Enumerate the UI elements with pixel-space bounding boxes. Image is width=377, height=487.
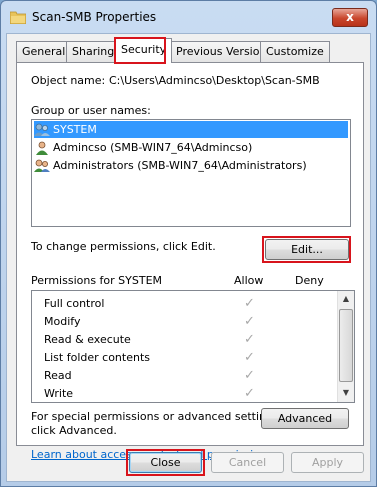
edit-button[interactable]: Edit...	[265, 239, 349, 260]
window-close-button[interactable]: x	[332, 8, 368, 27]
user-icon	[36, 141, 48, 155]
special-permissions-text-2: click Advanced.	[31, 424, 117, 437]
tab-sharing[interactable]: Sharing	[66, 41, 121, 62]
properties-window: Scan-SMB Properties x General Sharing Se…	[0, 0, 377, 487]
allow-check-icon: ✓	[244, 386, 255, 401]
permission-row: List folder contents ✓	[32, 349, 337, 367]
permission-row: Read & execute ✓	[32, 331, 337, 349]
allow-check-icon: ✓	[244, 350, 255, 365]
permission-name: Modify	[44, 315, 81, 328]
allow-check-icon: ✓	[244, 296, 255, 311]
group-names-label: Group or user names:	[31, 104, 151, 117]
title-bar[interactable]: Scan-SMB Properties x	[1, 1, 376, 33]
object-name-label: Object name:	[31, 74, 106, 87]
permission-row: Write ✓	[32, 385, 337, 403]
list-item-admincso[interactable]: Admincso (SMB-WIN7_64\Admincso)	[34, 139, 252, 156]
change-permissions-text: To change permissions, click Edit.	[31, 240, 216, 253]
security-panel: Object name: C:\Users\Admincso\Desktop\S…	[16, 62, 364, 461]
users-icon	[34, 159, 50, 172]
window-title: Scan-SMB Properties	[32, 10, 157, 24]
apply-button[interactable]: Apply	[291, 452, 364, 473]
tab-general[interactable]: General	[16, 41, 72, 62]
permission-name: Full control	[44, 297, 105, 310]
users-icon	[34, 123, 50, 136]
list-item-label: SYSTEM	[53, 123, 97, 136]
close-button[interactable]: Close	[129, 452, 202, 473]
scroll-up-icon[interactable]: ▲	[338, 291, 354, 307]
deny-header: Deny	[295, 274, 324, 287]
permissions-label: Permissions for SYSTEM	[31, 274, 163, 287]
allow-check-icon: ✓	[244, 368, 255, 383]
list-item-system[interactable]: SYSTEM	[34, 121, 348, 138]
scroll-down-icon[interactable]: ▼	[338, 385, 354, 401]
scroll-thumb[interactable]	[339, 309, 353, 382]
permission-name: Read & execute	[44, 333, 131, 346]
list-item-label: Administrators (SMB-WIN7_64\Administrato…	[53, 159, 307, 172]
cancel-button[interactable]: Cancel	[211, 452, 284, 473]
permission-name: Read	[44, 369, 72, 382]
special-permissions-text: For special permissions or advanced sett…	[31, 410, 283, 423]
list-item-label: Admincso (SMB-WIN7_64\Admincso)	[53, 141, 253, 154]
object-name-value: C:\Users\Admincso\Desktop\Scan-SMB	[109, 74, 320, 87]
allow-check-icon: ✓	[244, 314, 255, 329]
permission-row: Modify ✓	[32, 313, 337, 331]
group-user-list[interactable]: SYSTEM Admincso (SMB-WIN7_64\Admincso) A…	[31, 119, 351, 227]
permissions-scrollbar[interactable]: ▲ ▼	[337, 291, 354, 402]
tab-customize[interactable]: Customize	[260, 41, 330, 62]
permission-name: List folder contents	[44, 351, 150, 364]
allow-header: Allow	[234, 274, 264, 287]
permission-row: Read ✓	[32, 367, 337, 385]
dialog-client-area: General Sharing Security Previous Versio…	[6, 33, 371, 482]
advanced-button[interactable]: Advanced	[261, 408, 349, 429]
tab-security[interactable]: Security	[115, 38, 173, 63]
list-item-administrators[interactable]: Administrators (SMB-WIN7_64\Administrato…	[34, 157, 307, 174]
permission-row: Full control ✓	[32, 295, 337, 313]
permission-name: Write	[44, 387, 74, 400]
folder-icon	[10, 11, 26, 24]
permissions-list[interactable]: Full control ✓ Modify ✓ Read & execute ✓…	[31, 290, 355, 403]
allow-check-icon: ✓	[244, 332, 255, 347]
